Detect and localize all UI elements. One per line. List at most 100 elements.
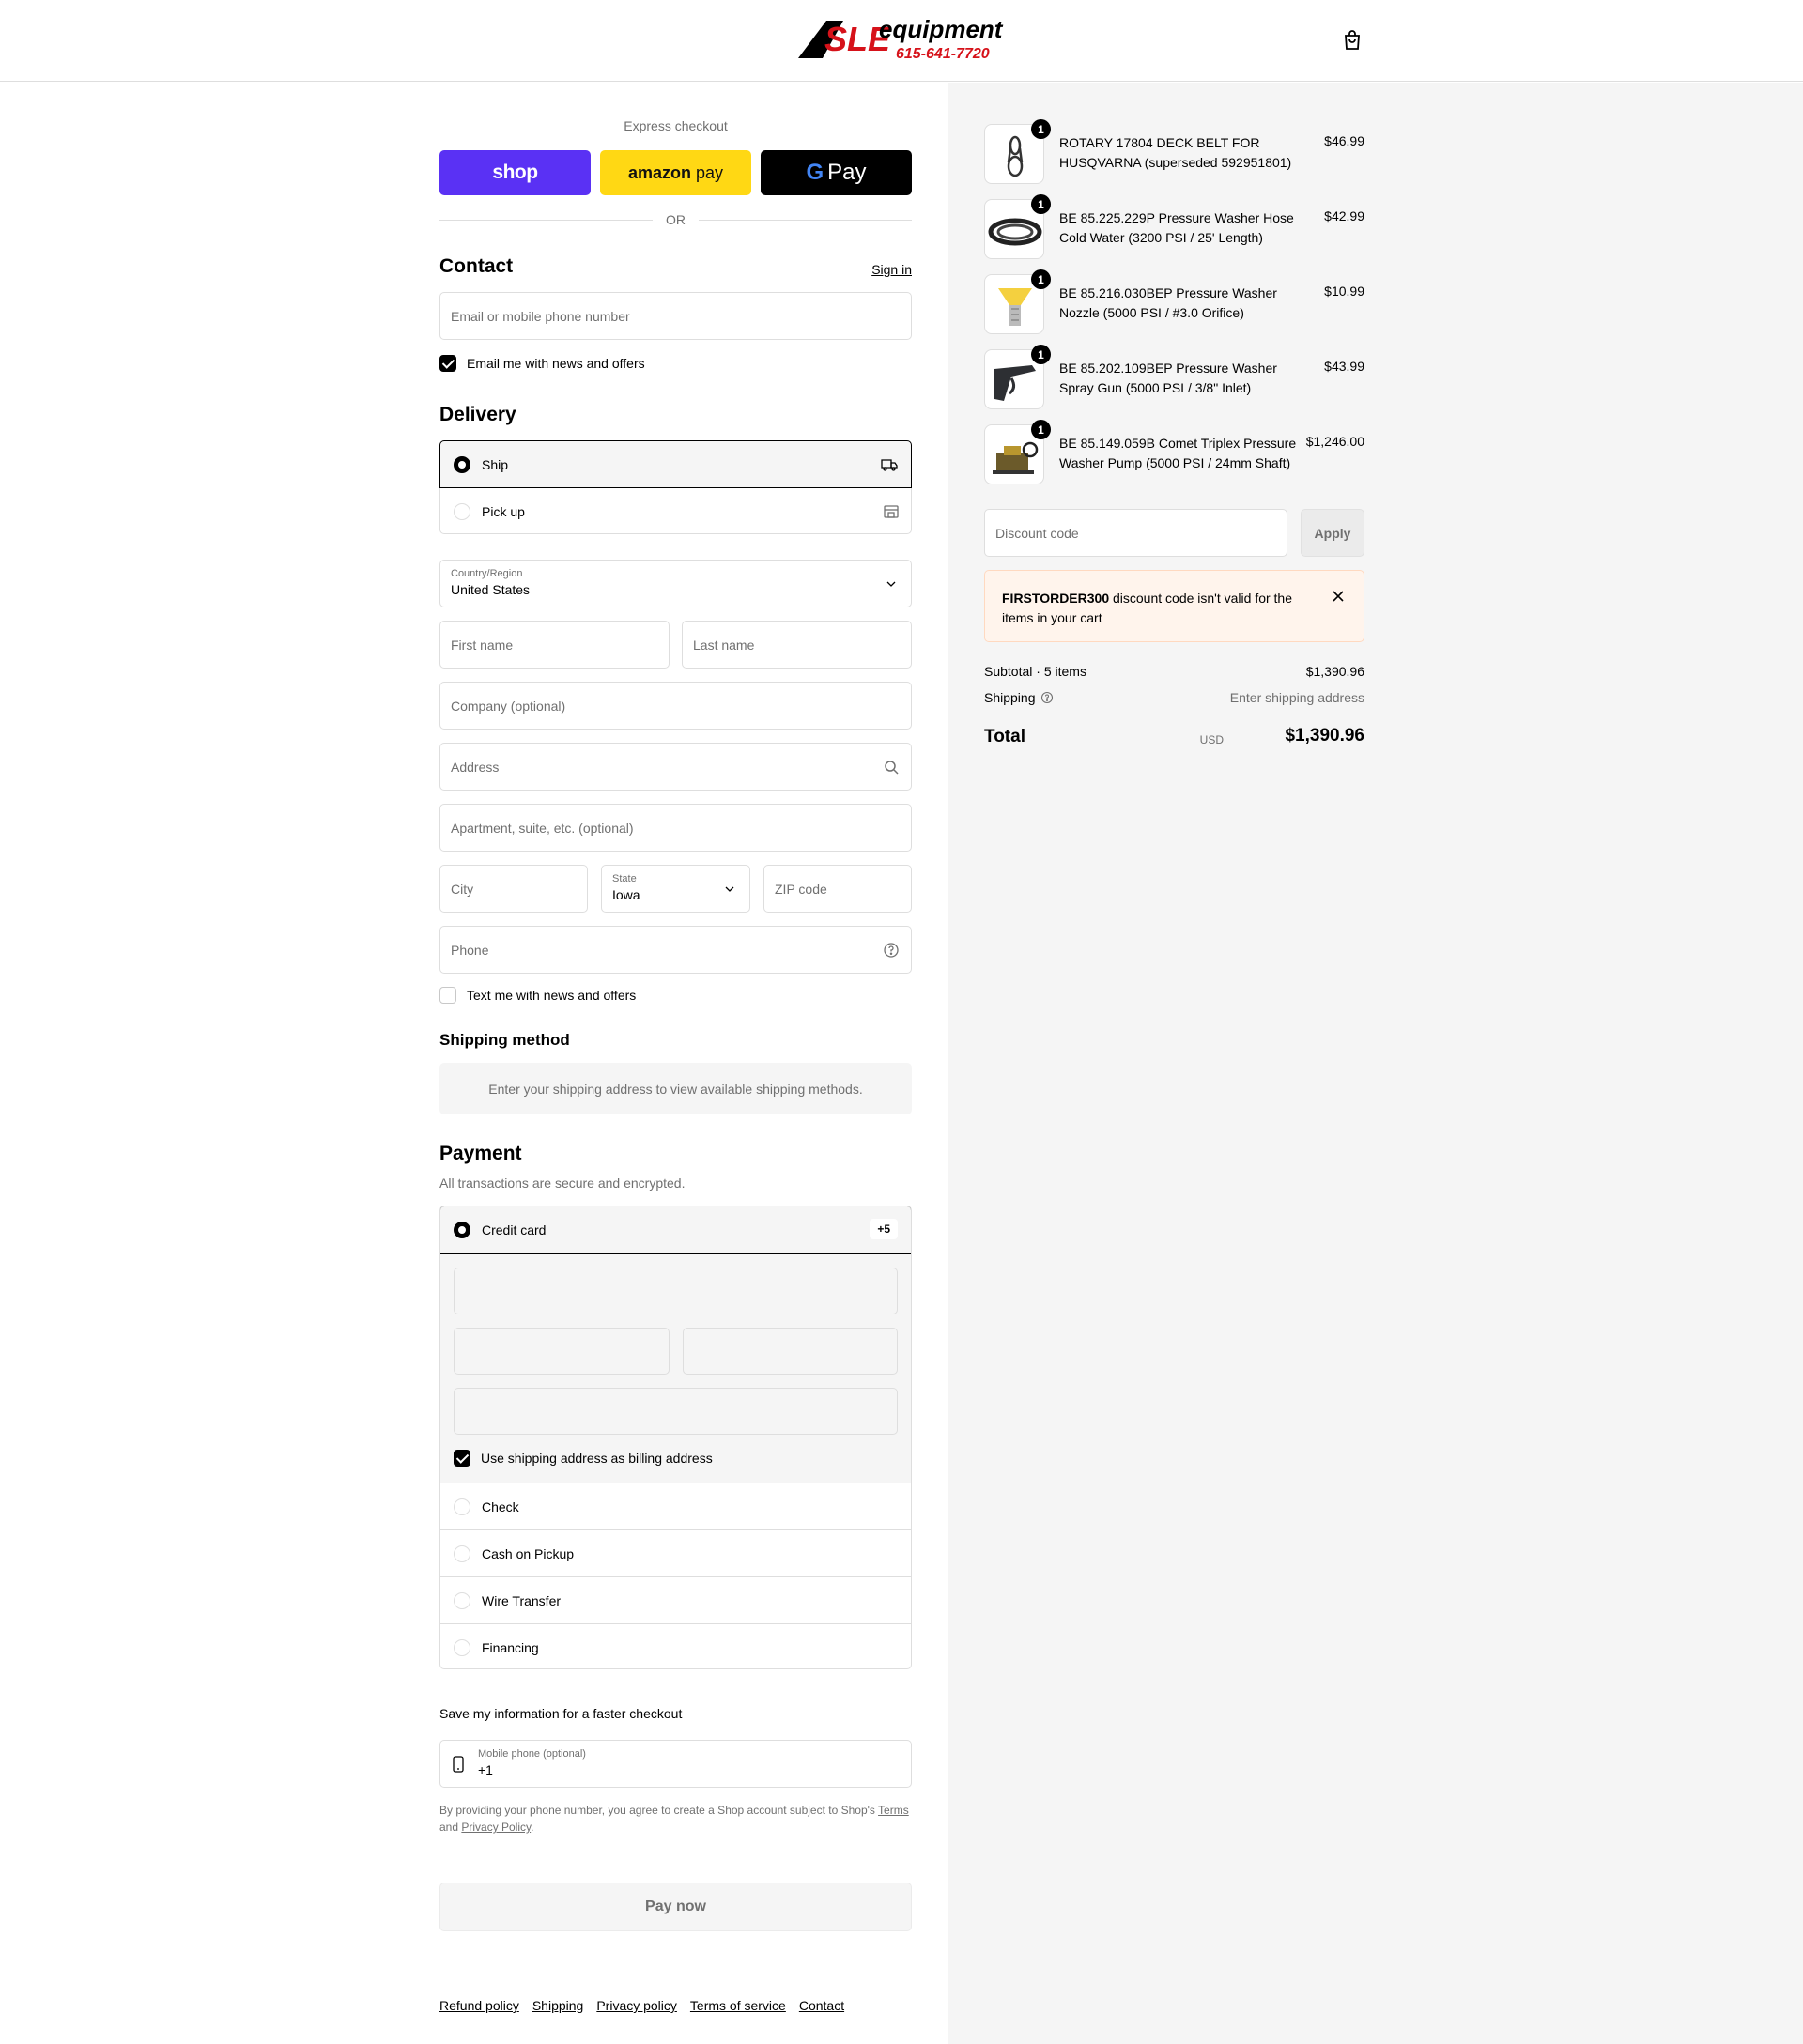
text-news-checkbox[interactable]: [439, 987, 456, 1004]
mobile-phone-icon: [452, 1756, 465, 1773]
email-news-checkbox[interactable]: [439, 355, 456, 372]
contact-heading: Contact: [439, 255, 514, 277]
company-placeholder: Company (optional): [451, 699, 566, 714]
billing-same-checkbox[interactable]: [454, 1450, 470, 1467]
state-value: Iowa: [612, 887, 640, 902]
chevron-down-icon: [721, 881, 738, 898]
cart-item: 1 BE 85.225.229P Pressure Washer Hose Co…: [984, 194, 1364, 263]
address-field[interactable]: Address: [439, 743, 912, 791]
privacy-policy-footer-link[interactable]: Privacy policy: [596, 1998, 677, 2013]
billing-same-label: Use shipping address as billing address: [481, 1451, 713, 1466]
quantity-badge: 1: [1031, 345, 1051, 364]
close-icon[interactable]: [1330, 588, 1347, 605]
shipping-policy-link[interactable]: Shipping: [532, 1998, 584, 2013]
shipping-method-heading: Shipping method: [439, 1031, 570, 1049]
store-icon: [883, 503, 900, 520]
ship-radio[interactable]: [454, 456, 470, 473]
payment-heading: Payment: [439, 1143, 522, 1164]
terms-link[interactable]: Terms: [878, 1804, 909, 1817]
card-cvv-field[interactable]: [683, 1328, 898, 1375]
item-name: ROTARY 17804 DECK BELT FOR HUSQVARNA (su…: [1059, 135, 1292, 170]
card-expiry-field[interactable]: [454, 1328, 670, 1375]
payment-option-credit-card[interactable]: Credit card +5: [440, 1206, 911, 1254]
payment-option-cash-on-pickup[interactable]: Cash on Pickup: [440, 1529, 911, 1576]
privacy-policy-link[interactable]: Privacy Policy: [461, 1821, 531, 1834]
quantity-badge: 1: [1031, 194, 1051, 214]
payment-subtitle: All transactions are secure and encrypte…: [439, 1176, 686, 1191]
pickup-label: Pick up: [482, 504, 525, 519]
mobile-phone-field[interactable]: Mobile phone (optional) +1: [439, 1740, 912, 1788]
store-logo[interactable]: SLE equipment 615-641-7720: [798, 15, 1005, 64]
shop-pay-button[interactable]: shop: [439, 150, 591, 195]
payment-option-wire-transfer[interactable]: Wire Transfer: [440, 1576, 911, 1623]
state-select[interactable]: State Iowa: [601, 865, 750, 913]
subtotal-row: Subtotal · 5 items $1,390.96: [984, 664, 1364, 683]
first-name-field[interactable]: First name: [439, 621, 670, 669]
apply-discount-button[interactable]: Apply: [1301, 509, 1364, 557]
shipping-value: Enter shipping address: [1229, 690, 1364, 705]
item-price: $46.99: [1324, 133, 1364, 148]
shopping-bag-icon[interactable]: [1341, 29, 1364, 52]
phone-field[interactable]: Phone: [439, 926, 912, 974]
item-name: BE 85.202.109BEP Pressure Washer Spray G…: [1059, 361, 1277, 395]
company-field[interactable]: Company (optional): [439, 682, 912, 730]
check-radio[interactable]: [454, 1498, 470, 1515]
credit-card-radio[interactable]: [454, 1222, 470, 1238]
state-label: State: [612, 873, 637, 884]
google-pay-button[interactable]: G Pay: [761, 150, 912, 195]
item-name: BE 85.225.229P Pressure Washer Hose Cold…: [1059, 210, 1294, 245]
or-divider: OR: [439, 210, 912, 229]
item-name: BE 85.216.030BEP Pressure Washer Nozzle …: [1059, 285, 1277, 320]
quantity-badge: 1: [1031, 420, 1051, 439]
text-news-label: Text me with news and offers: [467, 988, 637, 1003]
financing-radio[interactable]: [454, 1639, 470, 1656]
first-name-placeholder: First name: [451, 638, 514, 653]
google-g-icon: G: [806, 160, 824, 185]
payment-options: Credit card +5 Use shipping address as b…: [439, 1206, 912, 1669]
payment-option-financing[interactable]: Financing: [440, 1623, 911, 1668]
financing-label: Financing: [482, 1640, 539, 1655]
quantity-badge: 1: [1031, 119, 1051, 139]
payment-option-check[interactable]: Check: [440, 1483, 911, 1529]
help-circle-icon[interactable]: [1040, 691, 1054, 704]
header: SLE equipment 615-641-7720: [0, 0, 1803, 82]
wire-transfer-radio[interactable]: [454, 1592, 470, 1609]
truck-icon: [881, 456, 898, 473]
discount-code-placeholder: Discount code: [995, 526, 1079, 541]
cart-item: 1 ROTARY 17804 DECK BELT FOR HUSQVARNA (…: [984, 119, 1364, 188]
delivery-option-ship[interactable]: Ship: [439, 440, 912, 488]
email-field[interactable]: Email or mobile phone number: [439, 292, 912, 340]
sign-in-link[interactable]: Sign in: [871, 262, 912, 277]
country-value: United States: [451, 582, 531, 597]
cart-item: 1 BE 85.202.109BEP Pressure Washer Spray…: [984, 345, 1364, 413]
save-info-heading: Save my information for a faster checkou…: [439, 1706, 683, 1721]
refund-policy-link[interactable]: Refund policy: [439, 1998, 519, 2013]
last-name-field[interactable]: Last name: [682, 621, 912, 669]
amazon-pay-button[interactable]: amazon pay: [600, 150, 751, 195]
phone-placeholder: Phone: [451, 943, 489, 958]
country-select[interactable]: Country/Region United States: [439, 560, 912, 607]
credit-card-label: Credit card: [482, 1222, 547, 1237]
total-label: Total: [984, 727, 1025, 746]
cart-item: 1 BE 85.149.059B Comet Triplex Pressure …: [984, 420, 1364, 488]
pay-now-button[interactable]: Pay now: [439, 1883, 912, 1931]
pickup-radio[interactable]: [454, 503, 470, 520]
cash-pickup-radio[interactable]: [454, 1545, 470, 1562]
google-pay-label: Pay: [827, 160, 867, 185]
email-news-label: Email me with news and offers: [467, 356, 645, 371]
terms-of-service-link[interactable]: Terms of service: [690, 1998, 786, 2013]
zip-placeholder: ZIP code: [775, 882, 827, 897]
country-label: Country/Region: [451, 568, 523, 579]
item-price: $1,246.00: [1305, 434, 1364, 449]
discount-code-field[interactable]: Discount code: [984, 509, 1287, 557]
city-field[interactable]: City: [439, 865, 588, 913]
zip-field[interactable]: ZIP code: [763, 865, 912, 913]
card-name-field[interactable]: [454, 1388, 898, 1435]
card-number-field[interactable]: [454, 1268, 898, 1314]
apartment-field[interactable]: Apartment, suite, etc. (optional): [439, 804, 912, 852]
contact-link[interactable]: Contact: [799, 1998, 844, 2013]
legal-text-c: .: [531, 1821, 534, 1834]
help-circle-icon[interactable]: [883, 942, 900, 959]
delivery-option-pickup[interactable]: Pick up: [440, 488, 913, 535]
delivery-heading: Delivery: [439, 404, 516, 425]
